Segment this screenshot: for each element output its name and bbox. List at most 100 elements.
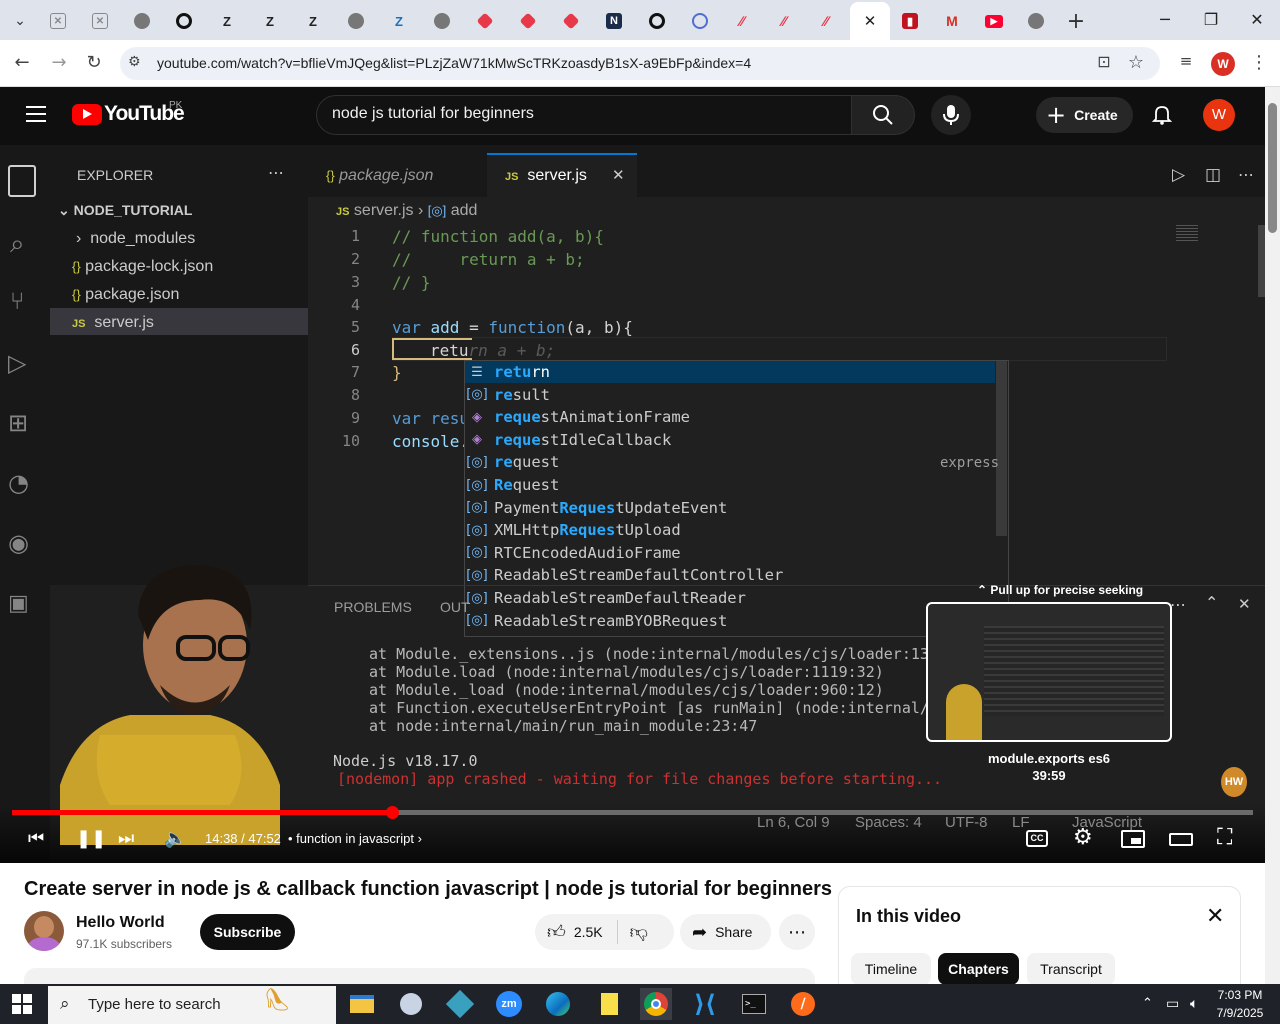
settings-gear-icon[interactable]: ⚙	[1073, 825, 1093, 850]
tab-search-button[interactable]: ⌄	[0, 6, 40, 36]
chapter-button[interactable]: • function in javascript ›	[288, 831, 422, 846]
hamburger-menu-icon[interactable]	[26, 104, 46, 122]
browser-tab[interactable]	[422, 6, 462, 36]
speaker-icon[interactable]: 🔈︎	[1190, 996, 1198, 1012]
browser-tab[interactable]	[465, 6, 505, 36]
zoom-icon[interactable]: zm	[493, 988, 525, 1020]
bookmark-star-icon[interactable]: ☆	[1124, 52, 1148, 76]
scrollbar-thumb[interactable]	[1268, 103, 1277, 233]
browser-tab-active[interactable]: ✕	[850, 2, 890, 40]
chrome-icon[interactable]	[640, 988, 672, 1020]
app-icon[interactable]: ∕	[787, 988, 819, 1020]
tab-timeline[interactable]: Timeline	[851, 953, 931, 985]
account-avatar[interactable]: W	[1203, 99, 1235, 131]
taskbar-search-box[interactable]: ⌕ Type here to search 👠︎	[48, 986, 336, 1024]
suggestion-item: [◎] ReadableStreamBYOBRequest	[466, 610, 1006, 632]
back-icon[interactable]: ←	[10, 52, 34, 76]
captions-icon[interactable]: CC	[1026, 830, 1048, 847]
browser-menu-icon[interactable]: ⋮	[1247, 52, 1271, 76]
browser-tab[interactable]: Z	[207, 6, 247, 36]
minimize-icon[interactable]: ─	[1150, 8, 1180, 32]
edge-icon[interactable]	[542, 988, 574, 1020]
more-actions-button[interactable]: ⋯	[779, 914, 815, 950]
search-button[interactable]	[851, 95, 915, 135]
browser-tab[interactable]	[637, 6, 677, 36]
browser-tab[interactable]	[680, 6, 720, 36]
browser-tab[interactable]: M	[932, 6, 972, 36]
volume-icon[interactable]: 🔈	[164, 828, 186, 849]
browser-tab[interactable]: ∕∕	[764, 6, 804, 36]
browser-tab[interactable]	[164, 6, 204, 36]
pause-icon[interactable]: ❚❚	[76, 828, 106, 849]
explorer-title: EXPLORER	[77, 167, 154, 183]
channel-name[interactable]: Hello World	[76, 914, 165, 932]
channel-avatar[interactable]	[24, 911, 64, 951]
windows-start-icon[interactable]	[12, 994, 32, 1014]
browser-tab[interactable]: ✕	[38, 6, 78, 36]
app-icon[interactable]	[395, 988, 427, 1020]
browser-tab[interactable]: ▶	[974, 6, 1014, 36]
file-item: {} package-lock.json	[72, 258, 213, 276]
search-value[interactable]: node js tutorial for beginners	[332, 105, 534, 123]
extensions-icon: ⊞	[8, 409, 29, 437]
media-control-icon[interactable]: ≡	[1174, 52, 1198, 76]
browser-tab[interactable]: ∕∕	[722, 6, 762, 36]
tab-transcript[interactable]: Transcript	[1027, 953, 1115, 985]
close-window-icon[interactable]: ✕	[1242, 8, 1272, 32]
sticky-notes-icon[interactable]	[591, 988, 623, 1020]
fullscreen-icon[interactable]: ⛶	[1217, 825, 1232, 850]
browser-tab[interactable]: Z	[250, 6, 290, 36]
dislike-button[interactable]: 👎︎	[630, 921, 648, 943]
site-info-icon[interactable]: ⚙	[128, 54, 146, 72]
browser-tab[interactable]: ▮	[890, 6, 930, 36]
page-scrollbar[interactable]	[1265, 87, 1280, 984]
url-text[interactable]: youtube.com/watch?v=bflieVmJQeg&list=PLz…	[157, 55, 751, 71]
create-button[interactable]: + Create	[1036, 97, 1133, 133]
subscribe-button[interactable]: Subscribe	[200, 914, 295, 950]
browser-tab[interactable]	[336, 6, 376, 36]
scrubber-handle[interactable]	[385, 806, 399, 819]
like-button[interactable]: 👍︎ 2.5K	[547, 921, 603, 943]
json-icon: {}	[326, 168, 335, 183]
browser-tab[interactable]	[551, 6, 591, 36]
forward-icon[interactable]: →	[47, 52, 71, 76]
profile-avatar[interactable]: W	[1211, 52, 1235, 76]
voice-search-button[interactable]	[931, 95, 971, 135]
app-icon[interactable]	[444, 988, 476, 1020]
browser-tab[interactable]	[508, 6, 548, 36]
suggestion-text: tUpload	[615, 521, 681, 540]
previous-icon[interactable]: ⏮	[28, 828, 44, 849]
project-folder: ⌄ NODE_TUTORIAL	[58, 202, 192, 219]
browser-tab[interactable]: ∕∕	[806, 6, 846, 36]
clock-time[interactable]: 7:03 PM	[1210, 988, 1270, 1002]
close-tab-icon[interactable]: ✕	[864, 12, 877, 30]
description-box[interactable]	[24, 968, 815, 984]
new-tab-button[interactable]: +	[1056, 6, 1096, 36]
progress-bar[interactable]	[12, 806, 1253, 819]
channel-watermark[interactable]: HW	[1221, 767, 1247, 797]
file-explorer-icon[interactable]	[346, 988, 378, 1020]
tray-chevron-up-icon[interactable]: ⌃	[1142, 996, 1153, 1011]
youtube-logo-icon[interactable]	[72, 104, 102, 125]
clock-date[interactable]: 7/9/2025	[1210, 1006, 1270, 1020]
browser-tab[interactable]	[1016, 6, 1056, 36]
tab-chapters[interactable]: Chapters	[938, 953, 1019, 985]
install-app-icon[interactable]: ⊡	[1092, 52, 1116, 76]
terminal-icon[interactable]: >_	[738, 988, 770, 1020]
next-icon[interactable]: ⏭	[118, 828, 134, 849]
vscode-icon[interactable]: ⟩⟨	[689, 988, 721, 1020]
video-player[interactable]: ⌕ ⑂ ▷ ⊞ ◔ ◉ ▣ EXPLORER ⋯ ⌄ NODE_TUTORIAL…	[0, 145, 1265, 863]
restore-icon[interactable]: ❐	[1196, 8, 1226, 32]
miniplayer-icon[interactable]	[1121, 830, 1145, 848]
browser-tab[interactable]: N	[594, 6, 634, 36]
browser-tab[interactable]	[122, 6, 162, 36]
browser-tab[interactable]: Z	[379, 6, 419, 36]
reload-icon[interactable]: ↻	[82, 52, 106, 76]
browser-tab[interactable]: Z	[293, 6, 333, 36]
notifications-bell-icon[interactable]	[1150, 102, 1174, 126]
theater-mode-icon[interactable]	[1169, 833, 1193, 846]
share-button[interactable]: ➦ Share	[680, 914, 771, 950]
browser-tab[interactable]: ✕	[80, 6, 120, 36]
network-icon[interactable]: ▭	[1166, 996, 1179, 1012]
close-icon[interactable]: ✕	[1206, 904, 1224, 929]
